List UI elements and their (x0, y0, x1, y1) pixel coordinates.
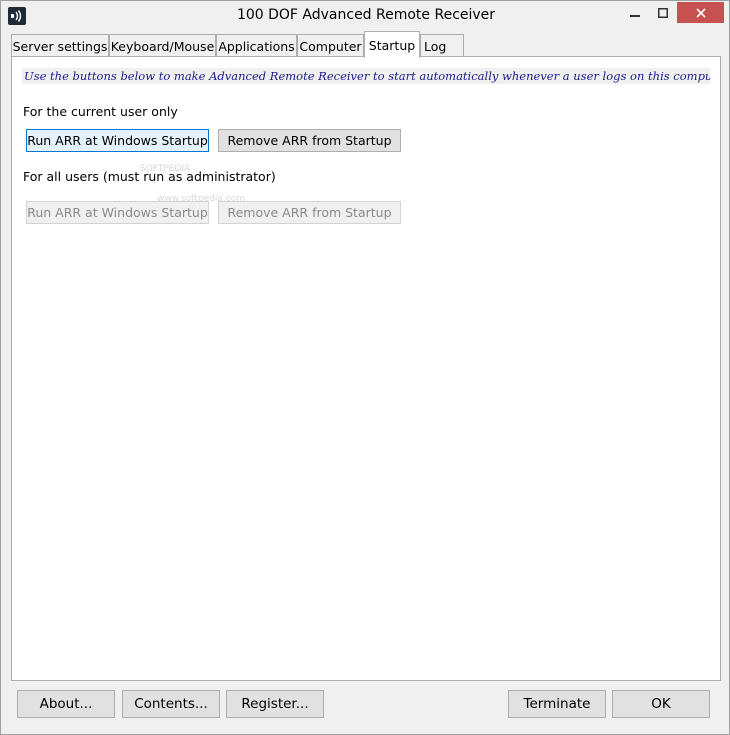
current-user-run-button[interactable]: Run ARR at Windows Startup (26, 129, 209, 152)
all-users-run-button[interactable]: Run ARR at Windows Startup (26, 201, 209, 224)
current-user-remove-button[interactable]: Remove ARR from Startup (218, 129, 401, 152)
close-button[interactable] (677, 2, 724, 23)
terminate-button[interactable]: Terminate (508, 690, 606, 718)
startup-panel: Use the buttons below to make Advanced R… (11, 56, 721, 681)
all-users-remove-button[interactable]: Remove ARR from Startup (218, 201, 401, 224)
app-window: 100 DOF Advanced Remote Receiver Server … (0, 0, 730, 735)
watermark-url: www.softpedia.com (157, 194, 245, 204)
contents-button[interactable]: Contents... (122, 690, 220, 718)
register-button[interactable]: Register... (226, 690, 324, 718)
minimize-button[interactable] (621, 2, 649, 23)
tab-applications[interactable]: Applications (216, 34, 297, 57)
tab-startup[interactable]: Startup (364, 31, 420, 58)
tab-keyboard-mouse[interactable]: Keyboard/Mouse (109, 34, 216, 57)
minimize-icon (630, 14, 640, 17)
maximize-button[interactable] (649, 2, 677, 23)
all-users-label: For all users (must run as administrator… (23, 169, 276, 184)
about-button[interactable]: About... (17, 690, 115, 718)
close-icon (695, 7, 706, 18)
ok-button[interactable]: OK (612, 690, 710, 718)
tab-log[interactable]: Log (420, 34, 464, 57)
tab-computer[interactable]: Computer (297, 34, 364, 57)
maximize-icon (658, 7, 668, 18)
current-user-label: For the current user only (23, 104, 178, 119)
tab-server-settings[interactable]: Server settings (11, 34, 109, 57)
startup-hint: Use the buttons below to make Advanced R… (22, 68, 710, 84)
title-bar[interactable]: 100 DOF Advanced Remote Receiver (1, 1, 729, 32)
